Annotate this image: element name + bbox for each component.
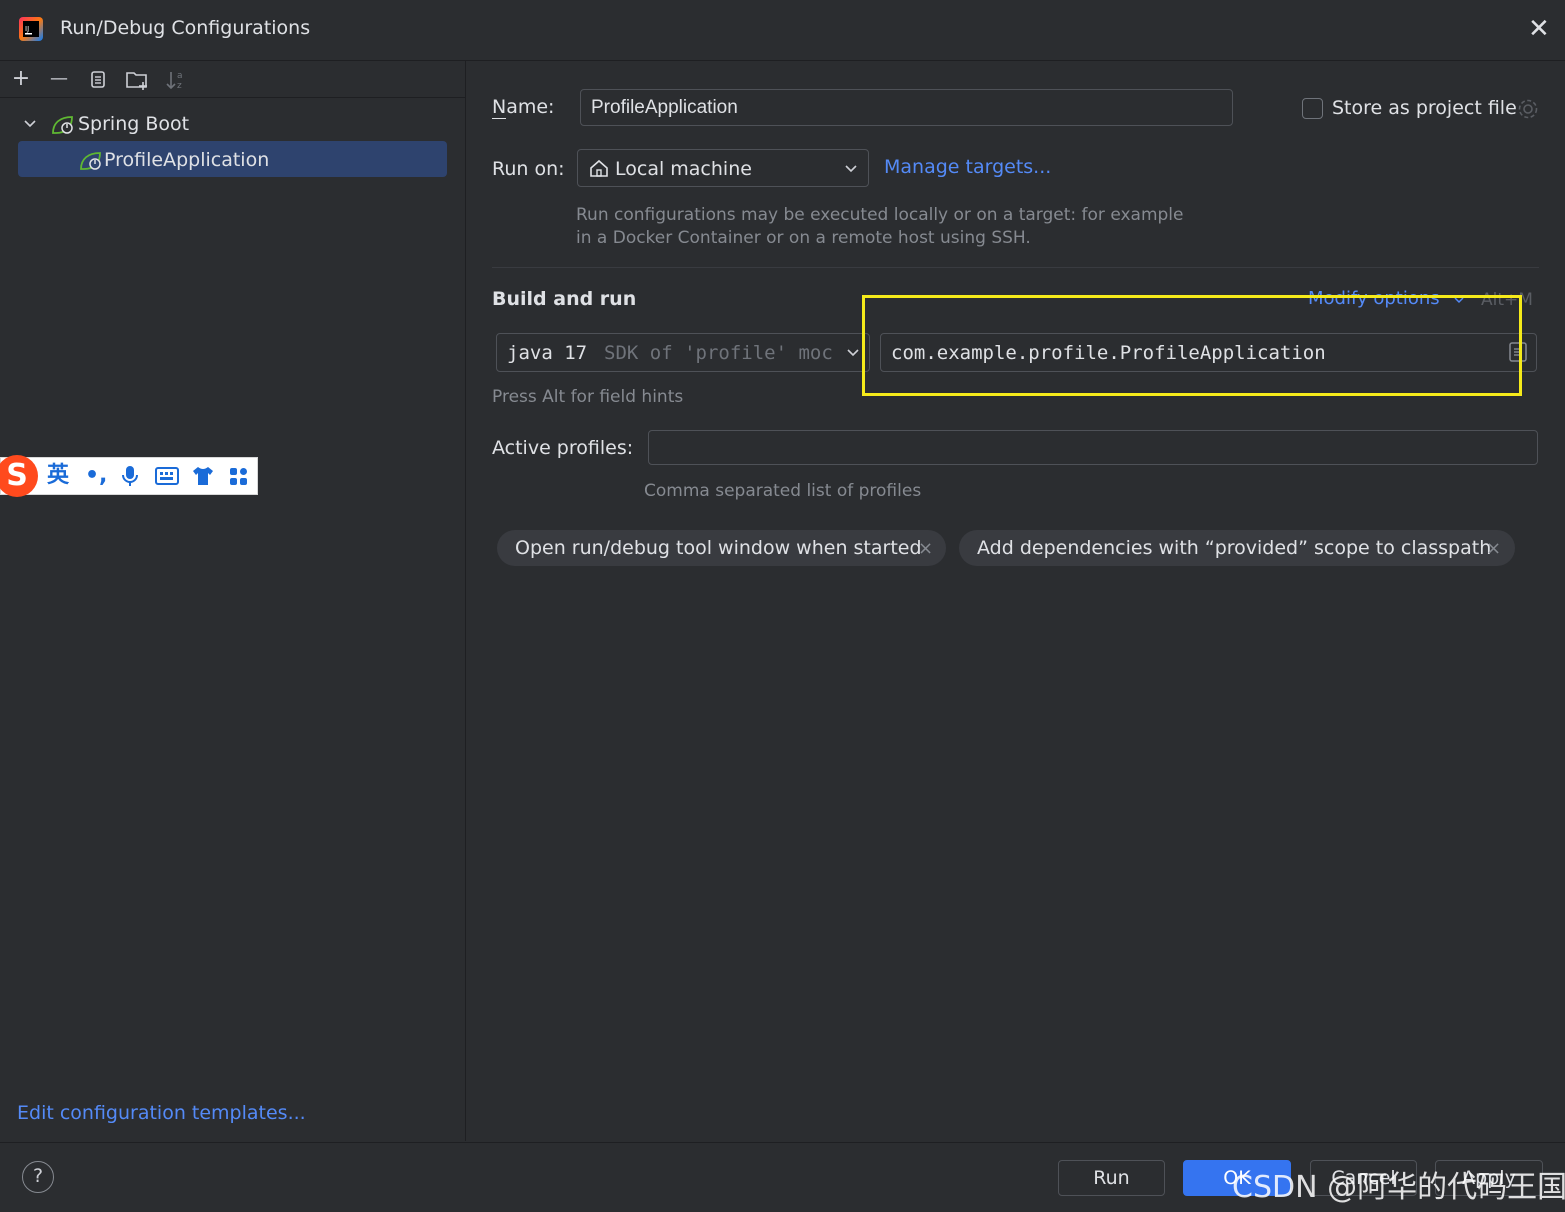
field-hints-text: Press Alt for field hints: [492, 387, 684, 407]
build-and-run-title: Build and run: [492, 288, 637, 310]
sort-icon[interactable]: a z: [165, 68, 187, 92]
remove-chip-icon[interactable]: ×: [1486, 538, 1501, 559]
chevron-down-icon[interactable]: [22, 116, 38, 132]
close-icon[interactable]: ✕: [1528, 15, 1550, 43]
run-on-value: Local machine: [615, 158, 752, 180]
jdk-detail: SDK of 'profile' moc: [604, 342, 833, 364]
remove-chip-icon[interactable]: ×: [918, 538, 933, 559]
toolbar-divider: [0, 97, 465, 98]
chip-label: Add dependencies with “provided” scope t…: [977, 537, 1492, 559]
grid-apps-icon[interactable]: [228, 466, 250, 488]
keyboard-icon[interactable]: [155, 466, 179, 486]
section-divider: [492, 267, 1539, 268]
chip-label: Open run/debug tool window when started: [515, 537, 922, 559]
run-on-label: Run on:: [492, 158, 565, 180]
option-chip[interactable]: Add dependencies with “provided” scope t…: [959, 530, 1515, 566]
option-chip[interactable]: Open run/debug tool window when started: [497, 530, 946, 566]
microphone-icon[interactable]: [119, 464, 141, 488]
name-label: Name:: [492, 96, 555, 118]
jdk-version: java 17: [507, 342, 588, 364]
annotation-highlight-box: [862, 295, 1522, 396]
svg-text:z: z: [177, 81, 182, 91]
home-icon: [590, 159, 608, 177]
intellij-idea-logo-icon: IJ: [19, 17, 43, 41]
mnemonic-underline: [492, 118, 506, 119]
chevron-down-icon: [845, 165, 857, 173]
copy-icon[interactable]: [87, 69, 109, 91]
svg-text:a: a: [177, 71, 183, 81]
edit-templates-link[interactable]: Edit configuration templates...: [17, 1102, 306, 1124]
new-folder-icon[interactable]: [125, 68, 151, 92]
punctuation-icon[interactable]: •,: [85, 461, 107, 491]
gear-icon[interactable]: [1516, 97, 1540, 121]
window-title: Run/Debug Configurations: [60, 17, 311, 39]
plus-icon[interactable]: +: [8, 66, 34, 92]
name-input[interactable]: [580, 89, 1233, 126]
run-button[interactable]: Run: [1058, 1160, 1165, 1196]
manage-targets-link[interactable]: Manage targets...: [884, 156, 1051, 178]
csdn-watermark: CSDN @阿华的代码王国: [1232, 1170, 1565, 1205]
help-button[interactable]: ?: [22, 1161, 54, 1193]
configurations-sidebar: [0, 61, 466, 1141]
active-profiles-input[interactable]: [648, 430, 1538, 465]
ime-language-toggle[interactable]: 英: [47, 461, 69, 491]
svg-text:IJ: IJ: [25, 25, 29, 33]
spring-boot-app-icon: [80, 152, 101, 170]
active-profiles-hint: Comma separated list of profiles: [644, 481, 922, 501]
chevron-down-icon: [847, 349, 859, 357]
run-on-hint-line2: in a Docker Container or on a remote hos…: [576, 228, 1031, 248]
store-as-project-label[interactable]: Store as project file: [1332, 97, 1517, 119]
run-on-hint-line1: Run configurations may be executed local…: [576, 205, 1184, 225]
tree-item-profileapplication[interactable]: ProfileApplication: [104, 143, 269, 177]
active-profiles-label: Active profiles:: [492, 437, 634, 459]
store-as-project-checkbox[interactable]: [1302, 98, 1323, 119]
skin-shirt-icon[interactable]: [191, 465, 215, 487]
spring-boot-icon: [52, 116, 73, 134]
minus-icon[interactable]: —: [46, 66, 72, 92]
tree-group-spring-boot[interactable]: Spring Boot: [78, 107, 189, 141]
